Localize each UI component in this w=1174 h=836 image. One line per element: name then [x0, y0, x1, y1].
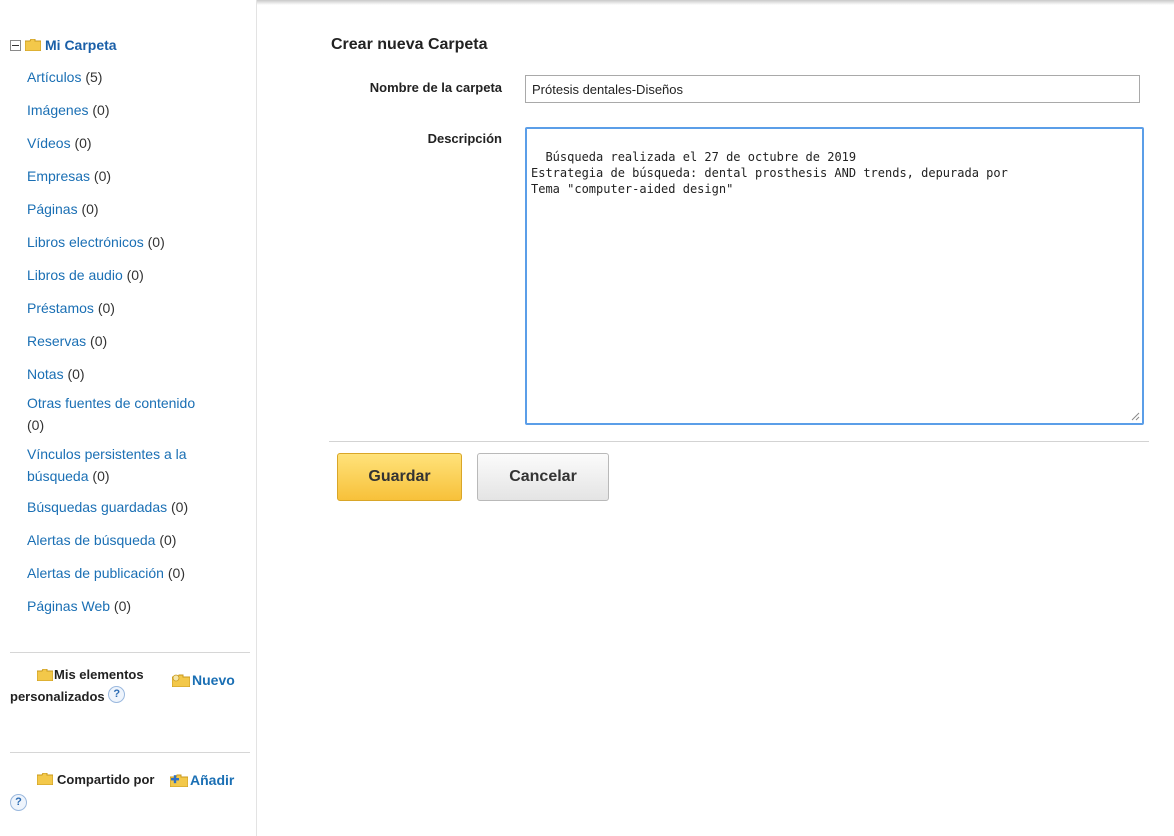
nav-link[interactable]: Alertas de búsqueda	[27, 532, 155, 548]
nav-item-imagenes[interactable]: Imágenes (0)	[27, 99, 252, 121]
my-folder-label[interactable]: Mi Carpeta	[45, 37, 117, 53]
nav-link[interactable]: Imágenes	[27, 102, 88, 118]
form-divider	[329, 441, 1149, 442]
nav-item-libros-electronicos[interactable]: Libros electrónicos (0)	[27, 231, 252, 253]
nav-count: (0)	[92, 102, 110, 118]
custom-items-text-block: Mis elementos personalizados ?	[10, 664, 160, 708]
cancel-button[interactable]: Cancelar	[477, 453, 609, 501]
shared-title-text: Compartido por	[57, 772, 155, 787]
description-textarea[interactable]: Búsqueda realizada el 27 de octubre de 2…	[525, 127, 1144, 425]
nav-item-prestamos[interactable]: Préstamos (0)	[27, 297, 252, 319]
nav-link[interactable]: Vídeos	[27, 135, 71, 151]
nav-item-vinculos-persistentes[interactable]: Vínculos persistentes a la búsqueda (0)	[27, 443, 242, 487]
nav-link[interactable]: Libros de audio	[27, 267, 123, 283]
nav-item-busquedas-guardadas[interactable]: Búsquedas guardadas (0)	[27, 496, 252, 518]
nav-item-reservas[interactable]: Reservas (0)	[27, 330, 252, 352]
shared-section-title: Compartido por ?	[10, 766, 168, 822]
nav-link[interactable]: Empresas	[27, 168, 90, 184]
nav-item-libros-audio[interactable]: Libros de audio (0)	[27, 264, 252, 286]
nav-item-paginas[interactable]: Páginas (0)	[27, 198, 252, 220]
nav-count: (0)	[97, 300, 115, 316]
add-shared-link[interactable]: Añadir	[170, 772, 234, 788]
nav-link[interactable]: Alertas de publicación	[27, 565, 164, 581]
form-heading-wrap: Crear nueva Carpeta	[331, 36, 488, 54]
sidebar-divider	[10, 652, 250, 653]
sidebar-divider	[10, 752, 250, 753]
folder-name-input[interactable]: Prótesis dentales-Diseños	[525, 75, 1140, 103]
nav-link[interactable]: Páginas Web	[27, 598, 110, 614]
new-item-link[interactable]: Nuevo	[172, 672, 235, 688]
add-link-label[interactable]: Añadir	[190, 772, 234, 788]
save-button[interactable]: Guardar	[337, 453, 462, 501]
new-folder-icon	[172, 674, 190, 687]
nav-link[interactable]: Búsquedas guardadas	[27, 499, 167, 515]
nav-link[interactable]: Libros electrónicos	[27, 234, 144, 250]
nav-count: (0)	[113, 598, 132, 614]
help-icon[interactable]: ?	[10, 794, 27, 811]
nav-count: (0)	[159, 532, 177, 548]
collapse-icon[interactable]	[10, 39, 21, 51]
nav-count: (0)	[90, 333, 108, 349]
nav-link[interactable]: Reservas	[27, 333, 86, 349]
nav-count: (0)	[74, 135, 92, 151]
nav-count: (0)	[126, 267, 144, 283]
nav-link[interactable]: Páginas	[27, 201, 78, 217]
nav-link[interactable]: Artículos	[27, 69, 81, 85]
nav-item-articulos[interactable]: Artículos (5)	[27, 66, 252, 88]
new-link-label[interactable]: Nuevo	[192, 672, 235, 688]
folder-name-label: Nombre de la carpeta	[369, 80, 502, 95]
nav-item-alertas-publicacion[interactable]: Alertas de publicación (0)	[27, 562, 252, 584]
folder-nav: Artículos (5) Imágenes (0) Vídeos (0) Em…	[27, 66, 252, 617]
nav-count: (0)	[171, 499, 189, 515]
nav-item-paginas-web[interactable]: Páginas Web (0)	[27, 595, 252, 617]
help-icon[interactable]: ?	[108, 686, 126, 703]
nav-count: (0)	[27, 417, 45, 433]
description-text: Búsqueda realizada el 27 de octubre de 2…	[531, 150, 1008, 196]
nav-link[interactable]: Préstamos	[27, 300, 94, 316]
nav-link[interactable]: Notas	[27, 366, 64, 382]
add-folder-icon	[170, 774, 188, 787]
nav-link[interactable]: Otras fuentes de contenido	[27, 395, 195, 411]
page-title: Crear nueva Carpeta	[331, 36, 488, 53]
nav-count: (0)	[147, 234, 165, 250]
nav-count: (0)	[92, 468, 110, 484]
nav-item-empresas[interactable]: Empresas (0)	[27, 165, 252, 187]
sidebar: Mi Carpeta Artículos (5) Imágenes (0) Ví…	[0, 0, 257, 836]
folder-icon	[25, 39, 41, 51]
description-label: Descripción	[427, 131, 502, 146]
nav-item-videos[interactable]: Vídeos (0)	[27, 132, 252, 154]
tree-root[interactable]: Mi Carpeta	[10, 37, 117, 53]
nav-count: (0)	[67, 366, 85, 382]
nav-count: (0)	[167, 565, 185, 581]
resize-handle-icon[interactable]	[1130, 411, 1140, 421]
nav-item-alertas-busqueda[interactable]: Alertas de búsqueda (0)	[27, 529, 252, 551]
nav-count: (0)	[81, 201, 99, 217]
nav-count: (0)	[93, 168, 112, 184]
nav-count: (5)	[85, 69, 103, 85]
nav-item-notas[interactable]: Notas (0)	[27, 363, 252, 385]
nav-item-otras-fuentes[interactable]: Otras fuentes de contenido (0)	[27, 392, 197, 436]
